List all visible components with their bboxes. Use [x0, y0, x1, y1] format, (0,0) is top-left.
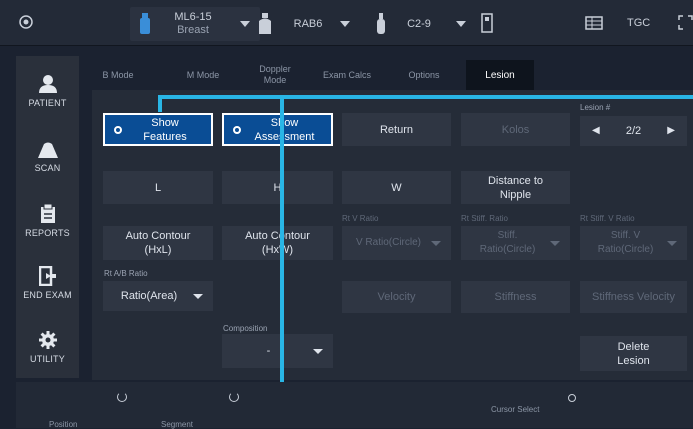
convex-probe-icon	[258, 13, 272, 35]
tab-m-mode[interactable]: M Mode	[172, 60, 234, 90]
probe-preset: Breast	[177, 24, 209, 36]
tab-doppler-mode[interactable]: Doppler Mode	[244, 60, 306, 90]
highlight-connector	[158, 95, 162, 112]
exit-icon	[38, 266, 56, 286]
highlight-frame	[280, 95, 693, 394]
button-label: Show Features	[143, 116, 187, 143]
tab-b-mode[interactable]: B Mode	[92, 60, 144, 90]
linear-probe-icon	[138, 13, 152, 35]
rotate-icon[interactable]	[117, 392, 127, 402]
probe-model: ML6-15	[174, 11, 212, 23]
person-icon	[38, 75, 57, 93]
probe-selector-rab6[interactable]: RAB6	[250, 7, 360, 41]
sidebar-item-scan[interactable]: SCAN	[16, 126, 79, 188]
tgc-icon[interactable]	[585, 16, 603, 30]
tgc-label[interactable]: TGC	[627, 17, 650, 29]
probe-slot-icon[interactable]	[481, 13, 493, 33]
tab-lesion[interactable]: Lesion	[466, 60, 534, 90]
probe-model: C2-9	[407, 17, 431, 30]
cursor-select-label: Cursor Select	[491, 405, 540, 414]
tab-label: Lesion	[485, 69, 515, 81]
radio-indicator	[233, 125, 241, 134]
probe-selector-c2-9[interactable]: C2-9	[366, 7, 476, 41]
chevron-down-icon	[340, 21, 350, 27]
measure-l-button[interactable]: L	[103, 171, 213, 204]
tab-label: M Mode	[186, 69, 220, 80]
probe-label: ML6-15 Breast	[158, 11, 228, 37]
highlight-connector	[158, 95, 284, 99]
dropdown-value: Ratio(Area)	[120, 290, 178, 302]
dropdown-value: -	[266, 345, 271, 357]
button-label: L	[154, 181, 162, 194]
chevron-down-icon	[240, 21, 250, 27]
sidebar-item-label: SCAN	[34, 163, 61, 173]
show-features-button[interactable]: Show Features	[103, 113, 213, 146]
sidebar-item-label: UTILITY	[30, 354, 65, 364]
bottom-knob-bar: Position Segment Cursor Select	[16, 382, 693, 429]
chevron-down-icon	[193, 294, 203, 299]
ab-ratio-dropdown[interactable]: Ratio(Area)	[103, 281, 213, 311]
clipboard-icon	[40, 204, 55, 223]
button-label: Auto Contour (HxL)	[125, 230, 191, 256]
probe-model: RAB6	[293, 17, 323, 30]
radio-indicator	[114, 125, 122, 134]
scan-probe-icon	[37, 142, 58, 158]
cursor-select-icon[interactable]	[568, 394, 576, 402]
sidebar: PATIENT SCAN REPORTS END EXAM UTILITY	[16, 56, 79, 378]
tab-label: Options	[408, 69, 440, 80]
sidebar-item-end-exam[interactable]: END EXAM	[16, 252, 79, 314]
sidebar-item-label: END EXAM	[23, 290, 72, 300]
sidebar-item-label: PATIENT	[28, 98, 67, 108]
auto-contour-hxl-button[interactable]: Auto Contour (HxL)	[103, 226, 213, 260]
probe-toolbar: ML6-15 Breast RAB6 C2-9 TGC	[0, 0, 693, 46]
tab-label: B Mode	[102, 69, 134, 80]
tab-label: Doppler Mode	[259, 64, 291, 85]
sidebar-item-reports[interactable]: REPORTS	[16, 190, 79, 252]
tab-options[interactable]: Options	[393, 60, 455, 90]
sidebar-item-label: REPORTS	[25, 228, 70, 238]
tab-exam-calcs[interactable]: Exam Calcs	[316, 60, 378, 90]
tab-label: Exam Calcs	[322, 69, 371, 80]
fullscreen-icon[interactable]	[678, 15, 693, 30]
probe-selector-ml6-15[interactable]: ML6-15 Breast	[130, 7, 260, 41]
gear-icon	[38, 331, 57, 349]
curved-probe-icon	[374, 13, 388, 35]
chevron-down-icon	[456, 21, 466, 27]
rt-ab-ratio-label: Rt A/B Ratio	[104, 269, 148, 278]
composition-label: Composition	[223, 324, 268, 333]
rotate-icon[interactable]	[229, 392, 239, 402]
power-indicator-icon[interactable]	[18, 14, 34, 30]
sidebar-item-utility[interactable]: UTILITY	[16, 316, 79, 378]
sidebar-item-patient[interactable]: PATIENT	[16, 60, 79, 122]
